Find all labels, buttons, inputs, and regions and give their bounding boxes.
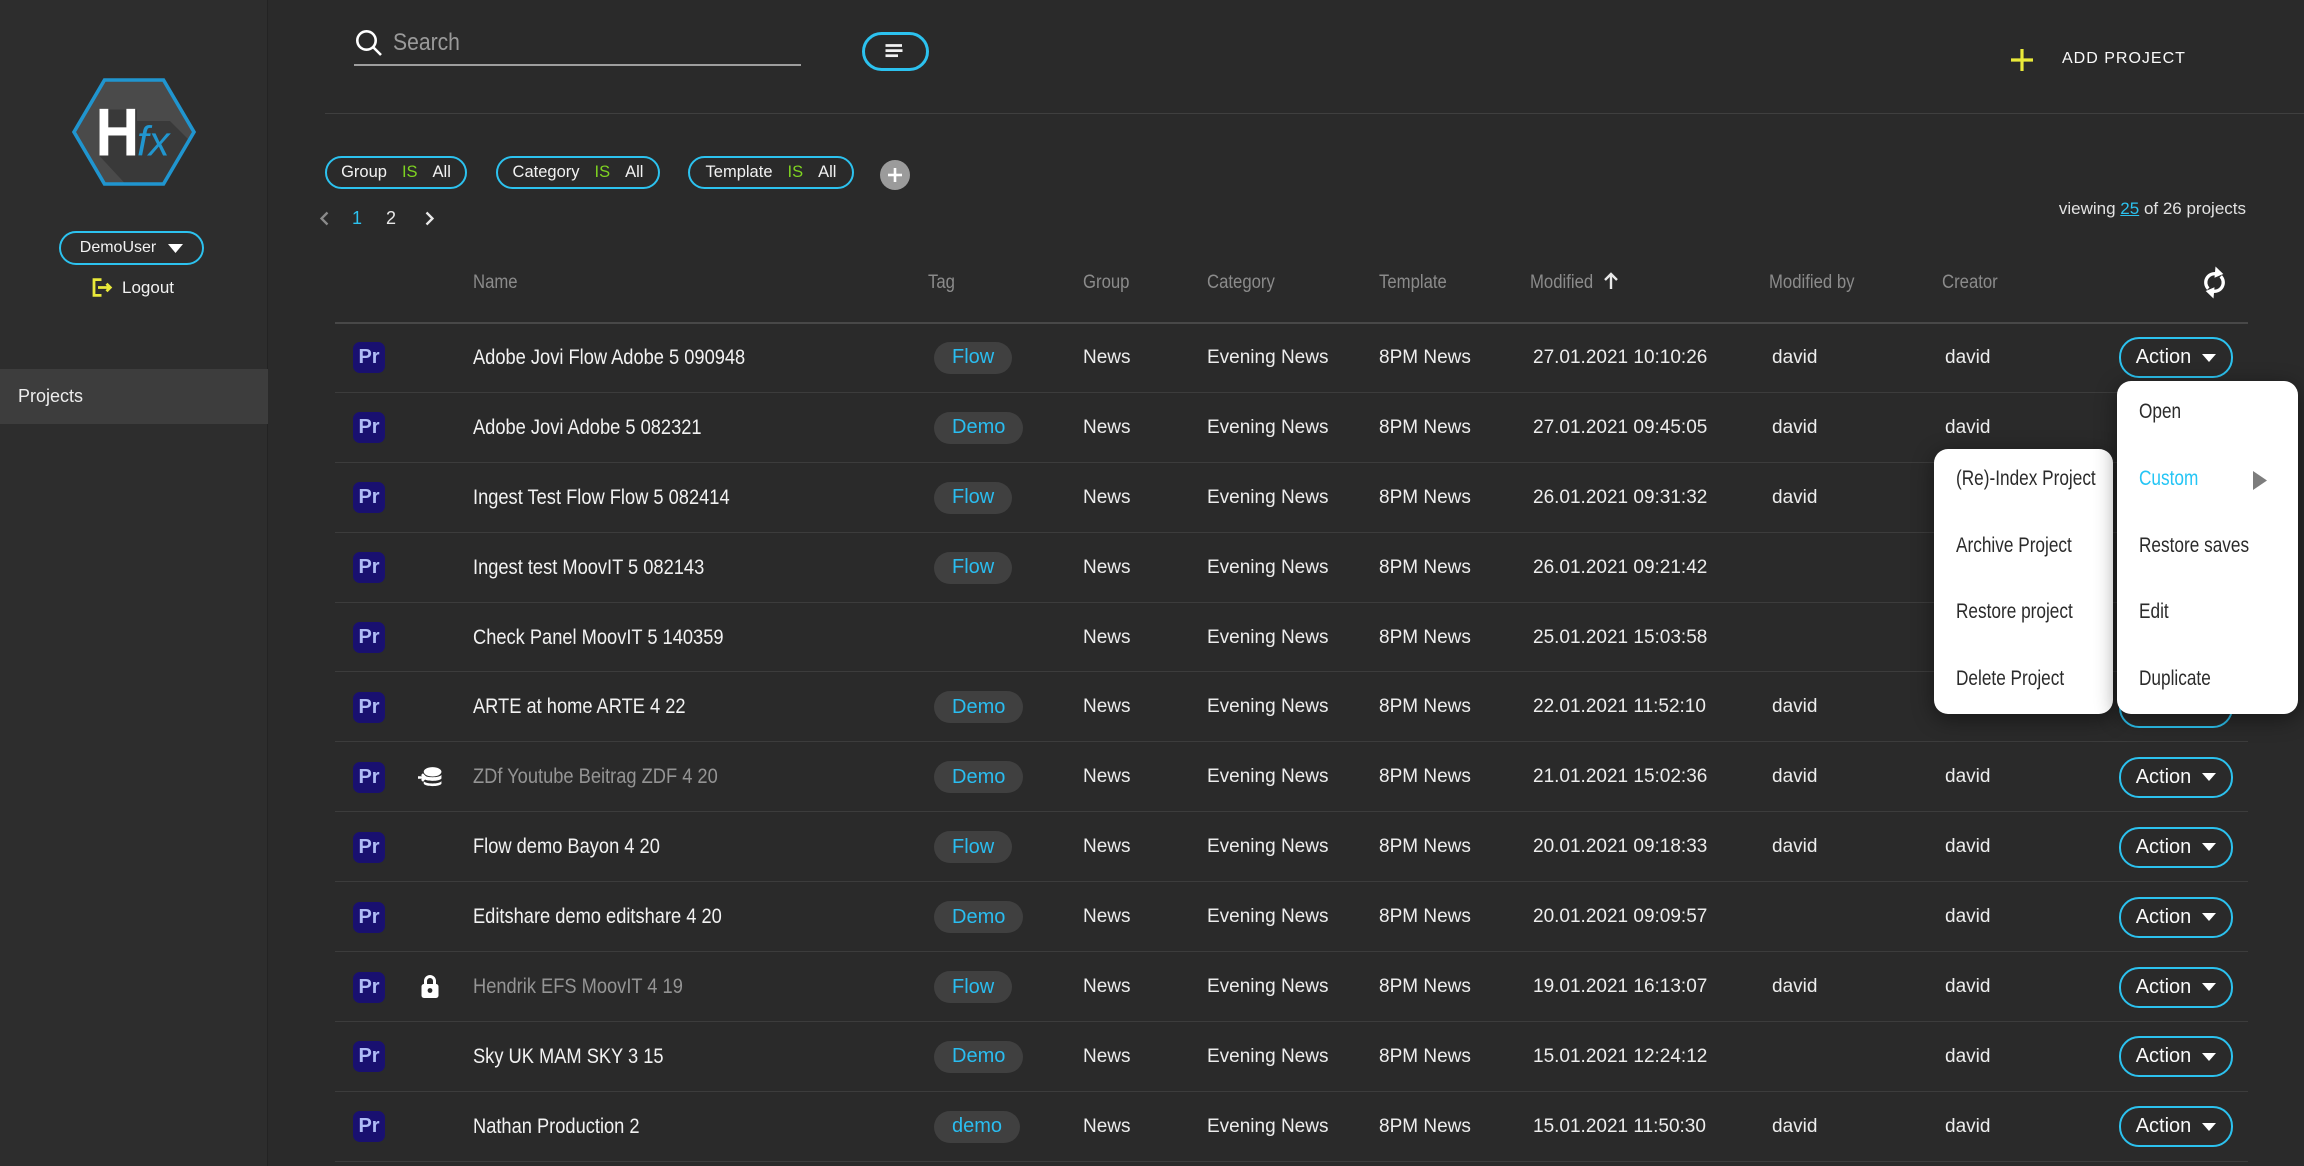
svg-text:fx: fx [137, 118, 172, 165]
svg-text:H: H [96, 94, 140, 170]
